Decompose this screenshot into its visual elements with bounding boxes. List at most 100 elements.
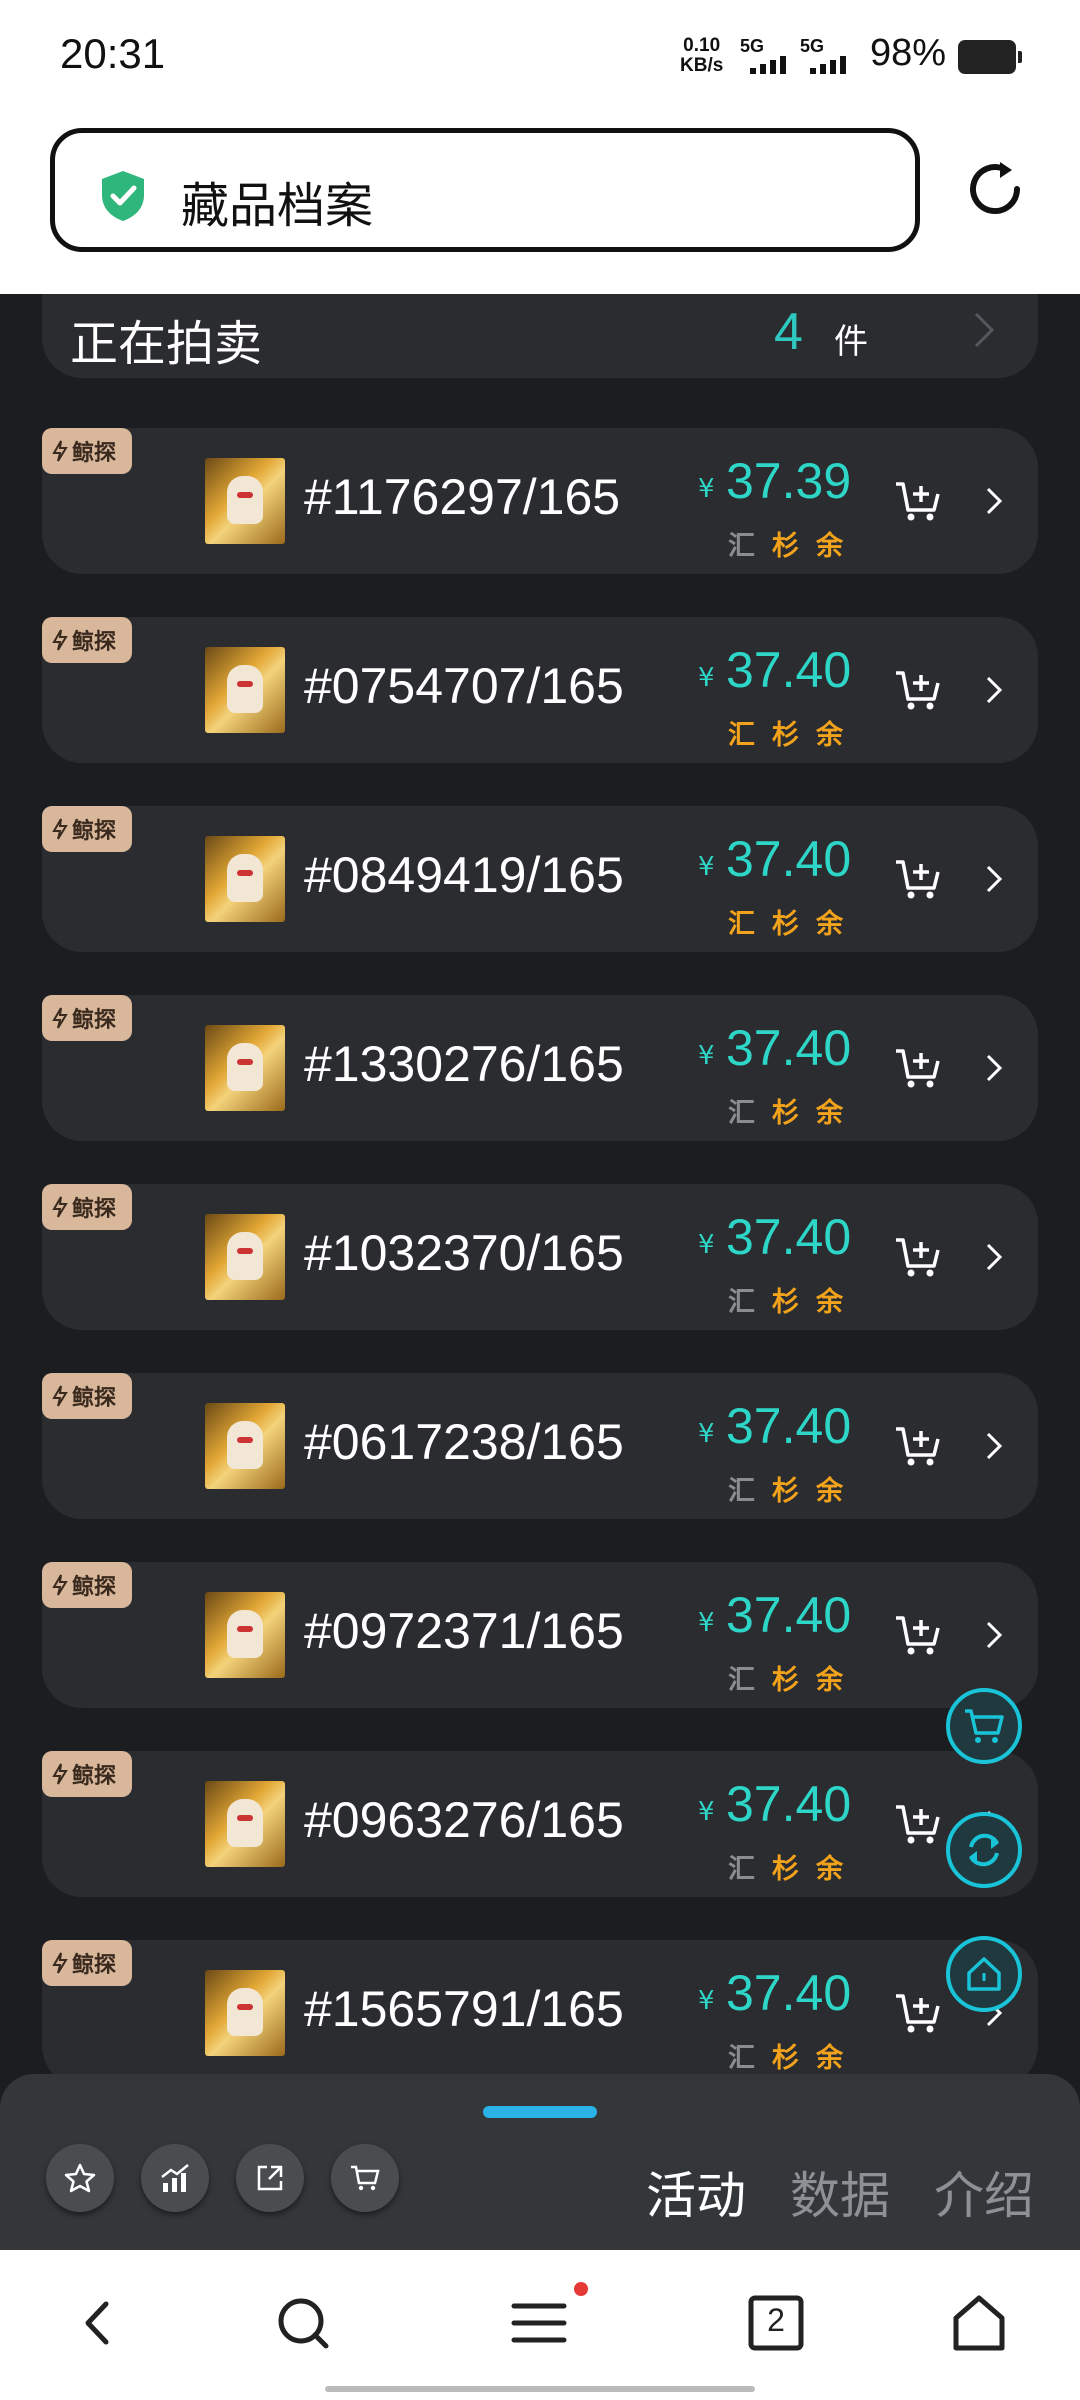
add-to-cart-icon[interactable] (894, 667, 944, 713)
network-speed: 0.10 KB/s (680, 36, 723, 76)
chevron-right-icon[interactable] (984, 864, 1004, 894)
tab-count: 2 (767, 2302, 785, 2338)
tab-activity[interactable]: 活动 (646, 2156, 746, 2228)
collectible-thumbnail (205, 1025, 285, 1111)
platform-tag-label: 鲸探 (72, 1575, 117, 1600)
mark-yu: 余 (816, 1287, 843, 1318)
add-to-cart-icon[interactable] (894, 856, 944, 902)
sim1-label: 5G (740, 36, 765, 56)
star-icon (64, 2163, 96, 2193)
price: 37.40 (726, 1209, 852, 1265)
chevron-right-icon[interactable] (984, 1431, 1004, 1461)
collectible-thumbnail (205, 836, 285, 922)
chevron-right-icon[interactable] (984, 675, 1004, 705)
share-icon (257, 2165, 283, 2191)
listing-row[interactable]: 鲸探 #1330276/165 ¥37.40 汇杉余 (42, 995, 1038, 1141)
home-icon[interactable] (948, 2292, 1010, 2354)
currency-symbol: ¥ (698, 663, 715, 693)
battery-icon (958, 40, 1022, 74)
address-bar[interactable]: 藏品档案 (50, 128, 920, 252)
serial-number: #0617238/165 (304, 1414, 624, 1470)
currency-symbol: ¥ (698, 1986, 715, 2016)
add-to-cart-icon[interactable] (894, 478, 944, 524)
fab-refresh[interactable] (946, 1812, 1022, 1888)
tab-data[interactable]: 数据 (790, 2156, 890, 2228)
add-to-cart-icon[interactable] (894, 1990, 944, 2036)
lightning-icon (52, 629, 68, 651)
price: 37.40 (726, 1020, 852, 1076)
mark-yu: 余 (816, 720, 843, 751)
gesture-bar[interactable] (325, 2386, 755, 2392)
mark-hui: 汇 (728, 1665, 755, 1696)
favorite-button[interactable] (46, 2144, 114, 2212)
tabs-button[interactable]: 2 (745, 2292, 807, 2354)
mark-shan: 杉 (772, 531, 799, 562)
collectible-thumbnail (205, 1781, 285, 1867)
platform-tag: 鲸探 (42, 1562, 132, 1608)
platform-tag-label: 鲸探 (72, 1197, 117, 1222)
page-title: 藏品档案 (181, 178, 374, 234)
chevron-right-icon[interactable] (984, 1053, 1004, 1083)
currency-symbol: ¥ (698, 1419, 715, 1449)
listing-row[interactable]: 鲸探 #1176297/165 ¥37.39 汇杉余 (42, 428, 1038, 574)
add-to-cart-icon[interactable] (894, 1612, 944, 1658)
price: 37.40 (726, 831, 852, 887)
fab-home[interactable] (946, 1936, 1022, 2012)
mark-yu: 余 (816, 909, 843, 940)
tab-intro[interactable]: 介绍 (934, 2156, 1034, 2228)
reload-icon[interactable] (962, 156, 1028, 222)
lightning-icon (52, 1763, 68, 1785)
listing-row[interactable]: 鲸探 #0849419/165 ¥37.40 汇杉余 (42, 806, 1038, 952)
refresh-icon (969, 1833, 999, 1867)
menu-icon[interactable] (508, 2292, 570, 2354)
chevron-right-icon[interactable] (984, 486, 1004, 516)
add-to-cart-icon[interactable] (894, 1423, 944, 1469)
price: 37.40 (726, 642, 852, 698)
listing-row[interactable]: 鲸探 #0963276/165 ¥37.40 汇杉余 (42, 1751, 1038, 1897)
add-to-cart-icon[interactable] (894, 1801, 944, 1847)
share-button[interactable] (236, 2144, 304, 2212)
auction-summary[interactable]: 正在拍卖 4 件 (42, 294, 1038, 378)
listing-row[interactable]: 鲸探 #0617238/165 ¥37.40 汇杉余 (42, 1373, 1038, 1519)
home-icon (967, 1957, 1001, 1991)
listing-row[interactable]: 鲸探 #1032370/165 ¥37.40 汇杉余 (42, 1184, 1038, 1330)
search-icon[interactable] (272, 2292, 334, 2354)
price: 37.40 (726, 1776, 852, 1832)
lightning-icon (52, 1385, 68, 1407)
platform-tag-label: 鲸探 (72, 1386, 117, 1411)
platform-tag-label: 鲸探 (72, 819, 117, 844)
cart-button[interactable] (331, 2144, 399, 2212)
add-to-cart-icon[interactable] (894, 1234, 944, 1280)
detail-bottom-panel: 活动 数据 介绍 (0, 2074, 1080, 2250)
lightning-icon (52, 1574, 68, 1596)
fab-cart[interactable] (946, 1688, 1022, 1764)
currency-symbol: ¥ (698, 1230, 715, 1260)
platform-tag-label: 鲸探 (72, 1764, 117, 1789)
mark-yu: 余 (816, 1854, 843, 1885)
platform-tag: 鲸探 (42, 428, 132, 474)
sim2-label: 5G (800, 36, 825, 56)
trend-button[interactable] (141, 2144, 209, 2212)
signal-sim2-icon: 5G (800, 36, 860, 76)
listing-row[interactable]: 鲸探 #0754707/165 ¥37.40 汇杉余 (42, 617, 1038, 763)
lightning-icon (52, 1007, 68, 1029)
platform-tag: 鲸探 (42, 806, 132, 852)
back-icon[interactable] (68, 2292, 130, 2354)
auction-count: 4 (774, 303, 803, 361)
platform-tag-label: 鲸探 (72, 441, 117, 466)
chevron-right-icon[interactable] (984, 1620, 1004, 1650)
mark-shan: 杉 (772, 1665, 799, 1696)
add-to-cart-icon[interactable] (894, 1045, 944, 1091)
platform-tag: 鲸探 (42, 1751, 132, 1797)
chevron-right-icon[interactable] (984, 1242, 1004, 1272)
drag-handle[interactable] (483, 2106, 597, 2118)
price: 37.40 (726, 1398, 852, 1454)
listing-row[interactable]: 鲸探 #1565791/165 ¥37.40 汇杉余 (42, 1940, 1038, 2074)
price: 37.40 (726, 1587, 852, 1643)
lightning-icon (52, 440, 68, 462)
secure-shield-icon (102, 171, 144, 221)
serial-number: #0963276/165 (304, 1792, 624, 1848)
currency-symbol: ¥ (698, 474, 715, 504)
serial-number: #1565791/165 (304, 1981, 624, 2037)
listing-row[interactable]: 鲸探 #0972371/165 ¥37.40 汇杉余 (42, 1562, 1038, 1708)
